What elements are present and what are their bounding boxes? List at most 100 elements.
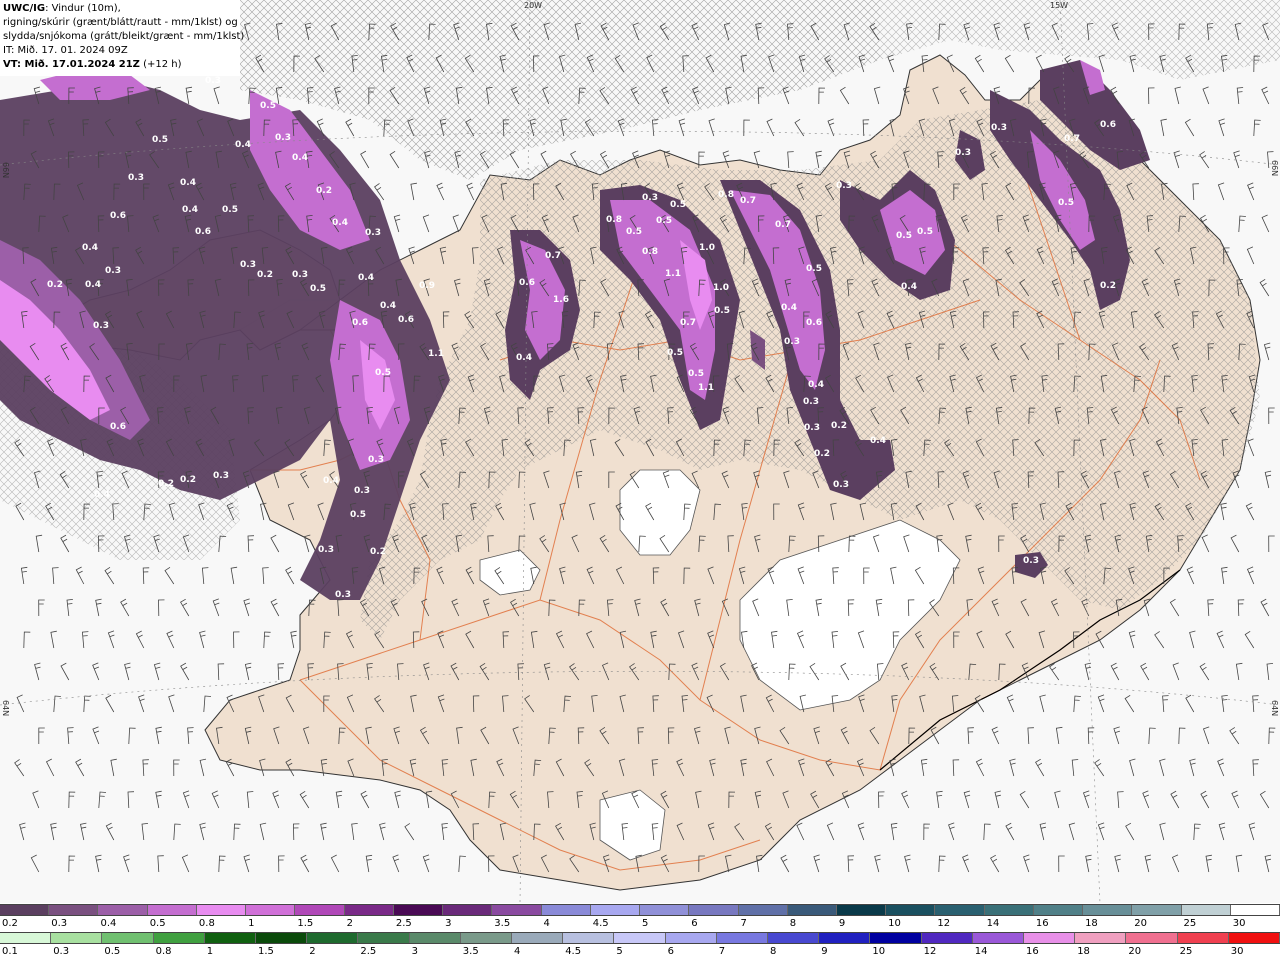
precip-value-label: 1.1 — [698, 383, 714, 393]
precip-value-label: 0.4 — [182, 205, 198, 215]
rain-scale-tick-label: 2 — [309, 946, 316, 957]
rain-scale-tick-label: 12 — [923, 946, 937, 957]
snow-scale-swatch — [1132, 905, 1182, 915]
rain-scale-tick-label: 8 — [770, 946, 777, 957]
snow-scale-tick-label: 0.3 — [51, 918, 68, 929]
precip-value-label: 1.6 — [553, 295, 569, 305]
rain-scale-tick-label: 5 — [616, 946, 623, 957]
precip-value-label: 1.0 — [713, 283, 729, 293]
rain-scale-tick-label: 1.5 — [258, 946, 274, 957]
precip-value-label: 0.6 — [110, 211, 126, 221]
lat-label-64n-right: 64N — [1270, 700, 1279, 717]
rain-scale-tick-label: 9 — [821, 946, 828, 957]
map-info-box: UWC/IG: Vindur (10m), rigning/skúrir (gr… — [0, 0, 244, 76]
precip-value-label: 1.1 — [665, 269, 681, 279]
rain-color-scale — [0, 932, 1280, 944]
snow-scale-swatch — [689, 905, 739, 915]
precip-value-label: 0.4 — [82, 243, 98, 253]
rain-scale-swatch — [256, 933, 308, 943]
precip-value-label: 0.5 — [222, 205, 238, 215]
precip-value-label: 0.8 — [606, 215, 622, 225]
snow-scale-tick-label: 3.5 — [494, 918, 511, 929]
precip-value-label: 0.4 — [380, 301, 396, 311]
snow-scale-swatch — [935, 905, 985, 915]
snow-scale-tick-label: 16 — [1035, 918, 1049, 929]
rain-scale-swatch — [51, 933, 103, 943]
valid-time: VT: Mið. 17.01.2024 21Z — [3, 59, 140, 70]
rain-scale-swatch — [819, 933, 871, 943]
precip-value-label: 0.7 — [1064, 134, 1080, 144]
rain-scale-swatch — [1228, 933, 1280, 943]
rain-scale-tick-label: 10 — [872, 946, 886, 957]
snow-scale-tick-label: 10 — [888, 918, 901, 929]
precip-value-label: 0.3 — [365, 228, 381, 238]
precip-value-label: 0.4 — [180, 178, 196, 188]
lat-label-64n-left: 64N — [1, 700, 10, 717]
rain-scale-swatch — [307, 933, 359, 943]
precip-value-label: 0.3 — [368, 455, 384, 465]
snow-scale-swatch — [393, 905, 444, 915]
snow-scale-swatch — [295, 905, 345, 915]
precip-value-label: 0.2 — [158, 479, 174, 489]
precip-value-label: 0.3 — [833, 480, 849, 490]
rain-scale-swatch — [1126, 933, 1178, 943]
rain-scale-tick-label: 1 — [206, 946, 214, 957]
precip-value-label: 0.2 — [370, 547, 386, 557]
snow-scale-tick-label: 0.4 — [100, 918, 117, 929]
precip-value-label: 0.6 — [806, 318, 822, 328]
lat-label-66n-right: 66N — [1270, 160, 1279, 177]
precip-value-label: 0.5 — [1058, 198, 1074, 208]
precip-value-label: 0.3 — [991, 123, 1007, 133]
rain-scale-tick-label: 18 — [1077, 946, 1090, 957]
map-title: : Vindur (10m), — [45, 3, 121, 14]
rain-scale-swatch — [512, 933, 564, 943]
rain-scale-tick-label: 3.5 — [462, 946, 479, 957]
valid-time-offset: (+12 h) — [139, 59, 182, 70]
precip-value-label: 1.0 — [699, 243, 715, 253]
precip-value-label: 0.4 — [332, 218, 348, 228]
snow-scale-tick-label: 2.5 — [395, 918, 412, 929]
snow-scale-tick-label: 4.5 — [592, 918, 609, 929]
rain-scale-swatch — [153, 933, 205, 943]
snow-scale-tick-label: 0.2 — [2, 918, 18, 929]
precip-value-label: 0.3 — [213, 471, 229, 481]
map-subtitle-rain: rigning/skúrir (grænt/blátt/rautt - mm/1… — [3, 17, 238, 28]
precip-value-label: 0.3 — [1023, 556, 1039, 566]
snow-scale-tick-label: 14 — [986, 918, 1000, 929]
rain-scale-tick-label: 20 — [1128, 946, 1142, 957]
precip-value-label: 0.3 — [354, 486, 370, 496]
precip-value-label: 0.4 — [94, 490, 110, 500]
precip-value-label: 0.6 — [519, 278, 535, 288]
precip-value-label: 0.3 — [955, 148, 971, 158]
rain-scale-tick-label: 30 — [1230, 946, 1244, 957]
rain-scale-swatch — [1177, 933, 1229, 943]
rain-scale-swatch — [665, 933, 717, 943]
rain-scale-tick-label: 0.3 — [53, 946, 70, 957]
snow-scale-tick-label: 3 — [445, 918, 452, 929]
precip-value-label: 1.1 — [428, 349, 444, 359]
precip-value-label: 0.3 — [804, 423, 820, 433]
snow-scale-swatch — [590, 905, 641, 915]
precip-value-label: 0.3 — [128, 173, 144, 183]
precip-value-label: 0.4 — [235, 140, 251, 150]
precip-value-label: 0.2 — [180, 475, 196, 485]
snow-scale-swatch — [836, 905, 887, 915]
precip-value-label: 0.3 — [836, 181, 852, 191]
precip-value-label: 0.3 — [318, 545, 334, 555]
precip-value-label: 0.3 — [105, 266, 121, 276]
precip-value-label: 0.9 — [419, 281, 435, 291]
rain-scale-swatch — [768, 933, 820, 943]
snow-scale-tick-label: 0.5 — [149, 918, 166, 929]
rain-scale-swatch — [972, 933, 1025, 943]
precip-value-label: 0.2 — [257, 270, 273, 280]
precip-value-label: 0.6 — [398, 315, 414, 325]
snow-scale-tick-label: 0.8 — [198, 918, 215, 929]
precip-value-label: 0.5 — [152, 135, 168, 145]
rain-scale-swatch — [409, 933, 461, 943]
precip-value-label: 0.5 — [310, 284, 326, 294]
rain-scale-swatch — [1075, 933, 1127, 943]
lon-label-20w: 20W — [524, 1, 543, 10]
snow-scale-swatch — [1083, 905, 1133, 915]
precip-value-label: 0.3 — [642, 193, 658, 203]
snow-scale-tick-label: 20 — [1134, 918, 1148, 929]
